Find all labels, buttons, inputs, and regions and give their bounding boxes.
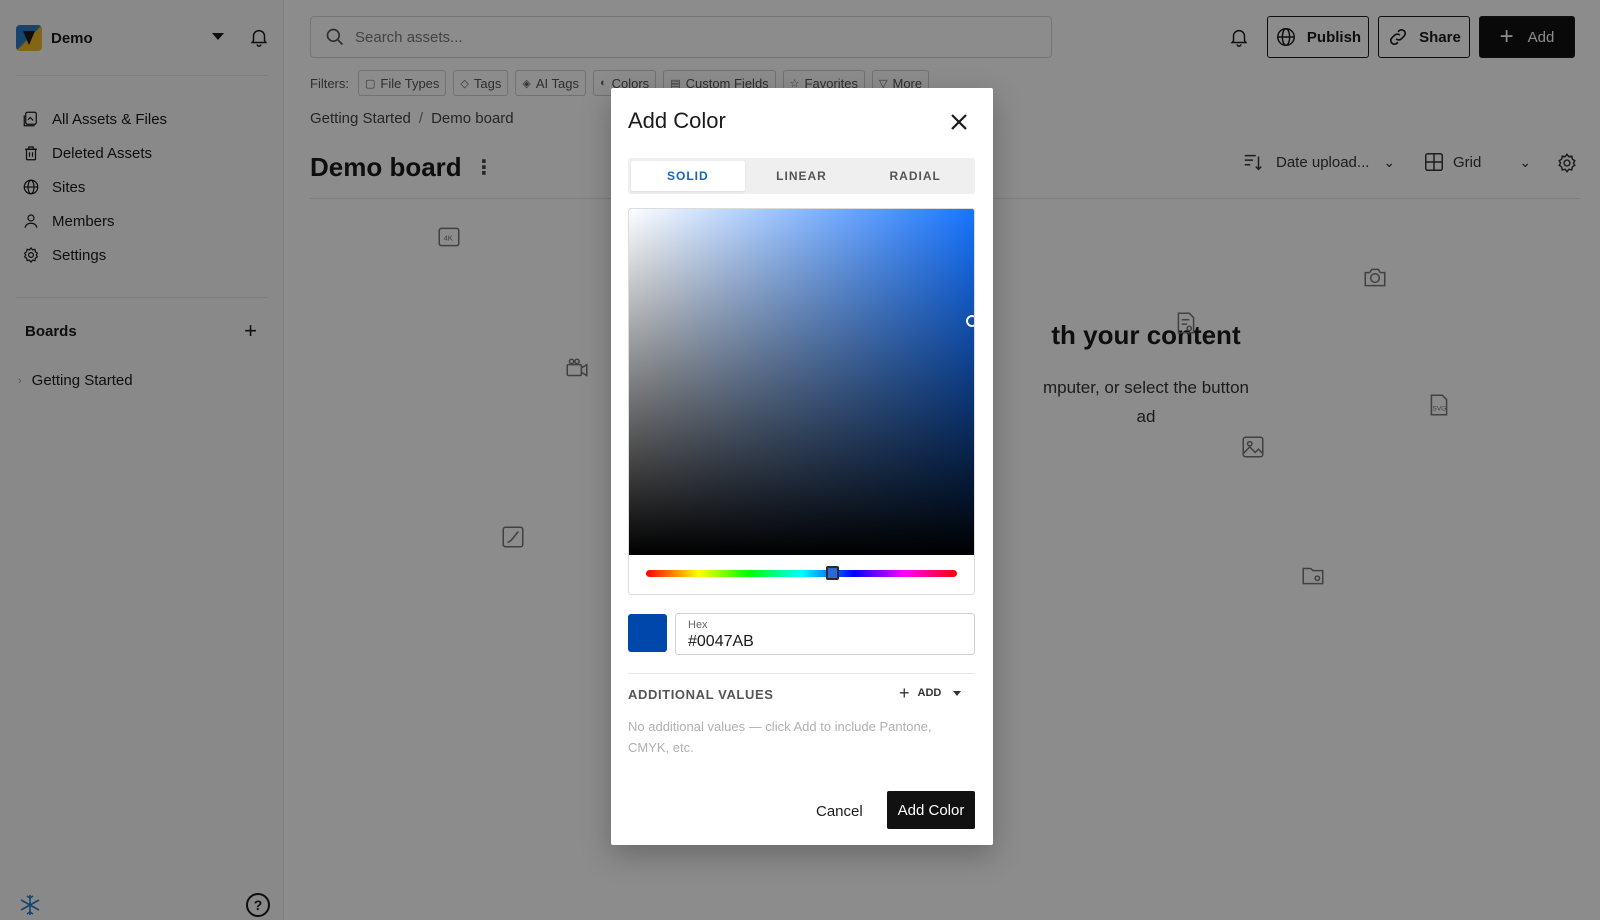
- hue-slider[interactable]: [646, 566, 957, 580]
- brightness-gradient: [629, 209, 974, 555]
- gradient-type-tabs: SOLID LINEAR RADIAL: [628, 158, 975, 194]
- add-label: ADD: [917, 687, 942, 699]
- color-swatch: [628, 614, 667, 652]
- saturation-brightness-area[interactable]: [629, 209, 974, 555]
- additional-values-hint: No additional values — click Add to incl…: [628, 719, 932, 755]
- plus-icon: +: [899, 683, 910, 703]
- saturation-brightness-handle[interactable]: [966, 315, 974, 328]
- cancel-button[interactable]: Cancel: [816, 792, 863, 830]
- hex-label: Hex: [688, 619, 708, 631]
- caret-down-icon: [953, 690, 962, 696]
- additional-values-title: ADDITIONAL VALUES: [628, 687, 774, 702]
- add-color-dialog: Add Color SOLID LINEAR RADIAL Hex #0047A…: [611, 88, 993, 845]
- hex-input[interactable]: Hex #0047AB: [675, 613, 975, 655]
- add-additional-value-button[interactable]: + ADD: [899, 683, 962, 703]
- add-color-button[interactable]: Add Color: [887, 791, 975, 829]
- close-icon[interactable]: [947, 110, 971, 134]
- dialog-divider: [628, 673, 975, 674]
- hue-slider-handle[interactable]: [826, 566, 840, 580]
- tab-linear[interactable]: LINEAR: [745, 161, 859, 191]
- hex-value: #0047AB: [688, 633, 754, 650]
- tab-solid[interactable]: SOLID: [631, 161, 745, 191]
- color-picker: [628, 208, 975, 595]
- dialog-title: Add Color: [628, 108, 726, 133]
- tab-radial[interactable]: RADIAL: [858, 161, 972, 191]
